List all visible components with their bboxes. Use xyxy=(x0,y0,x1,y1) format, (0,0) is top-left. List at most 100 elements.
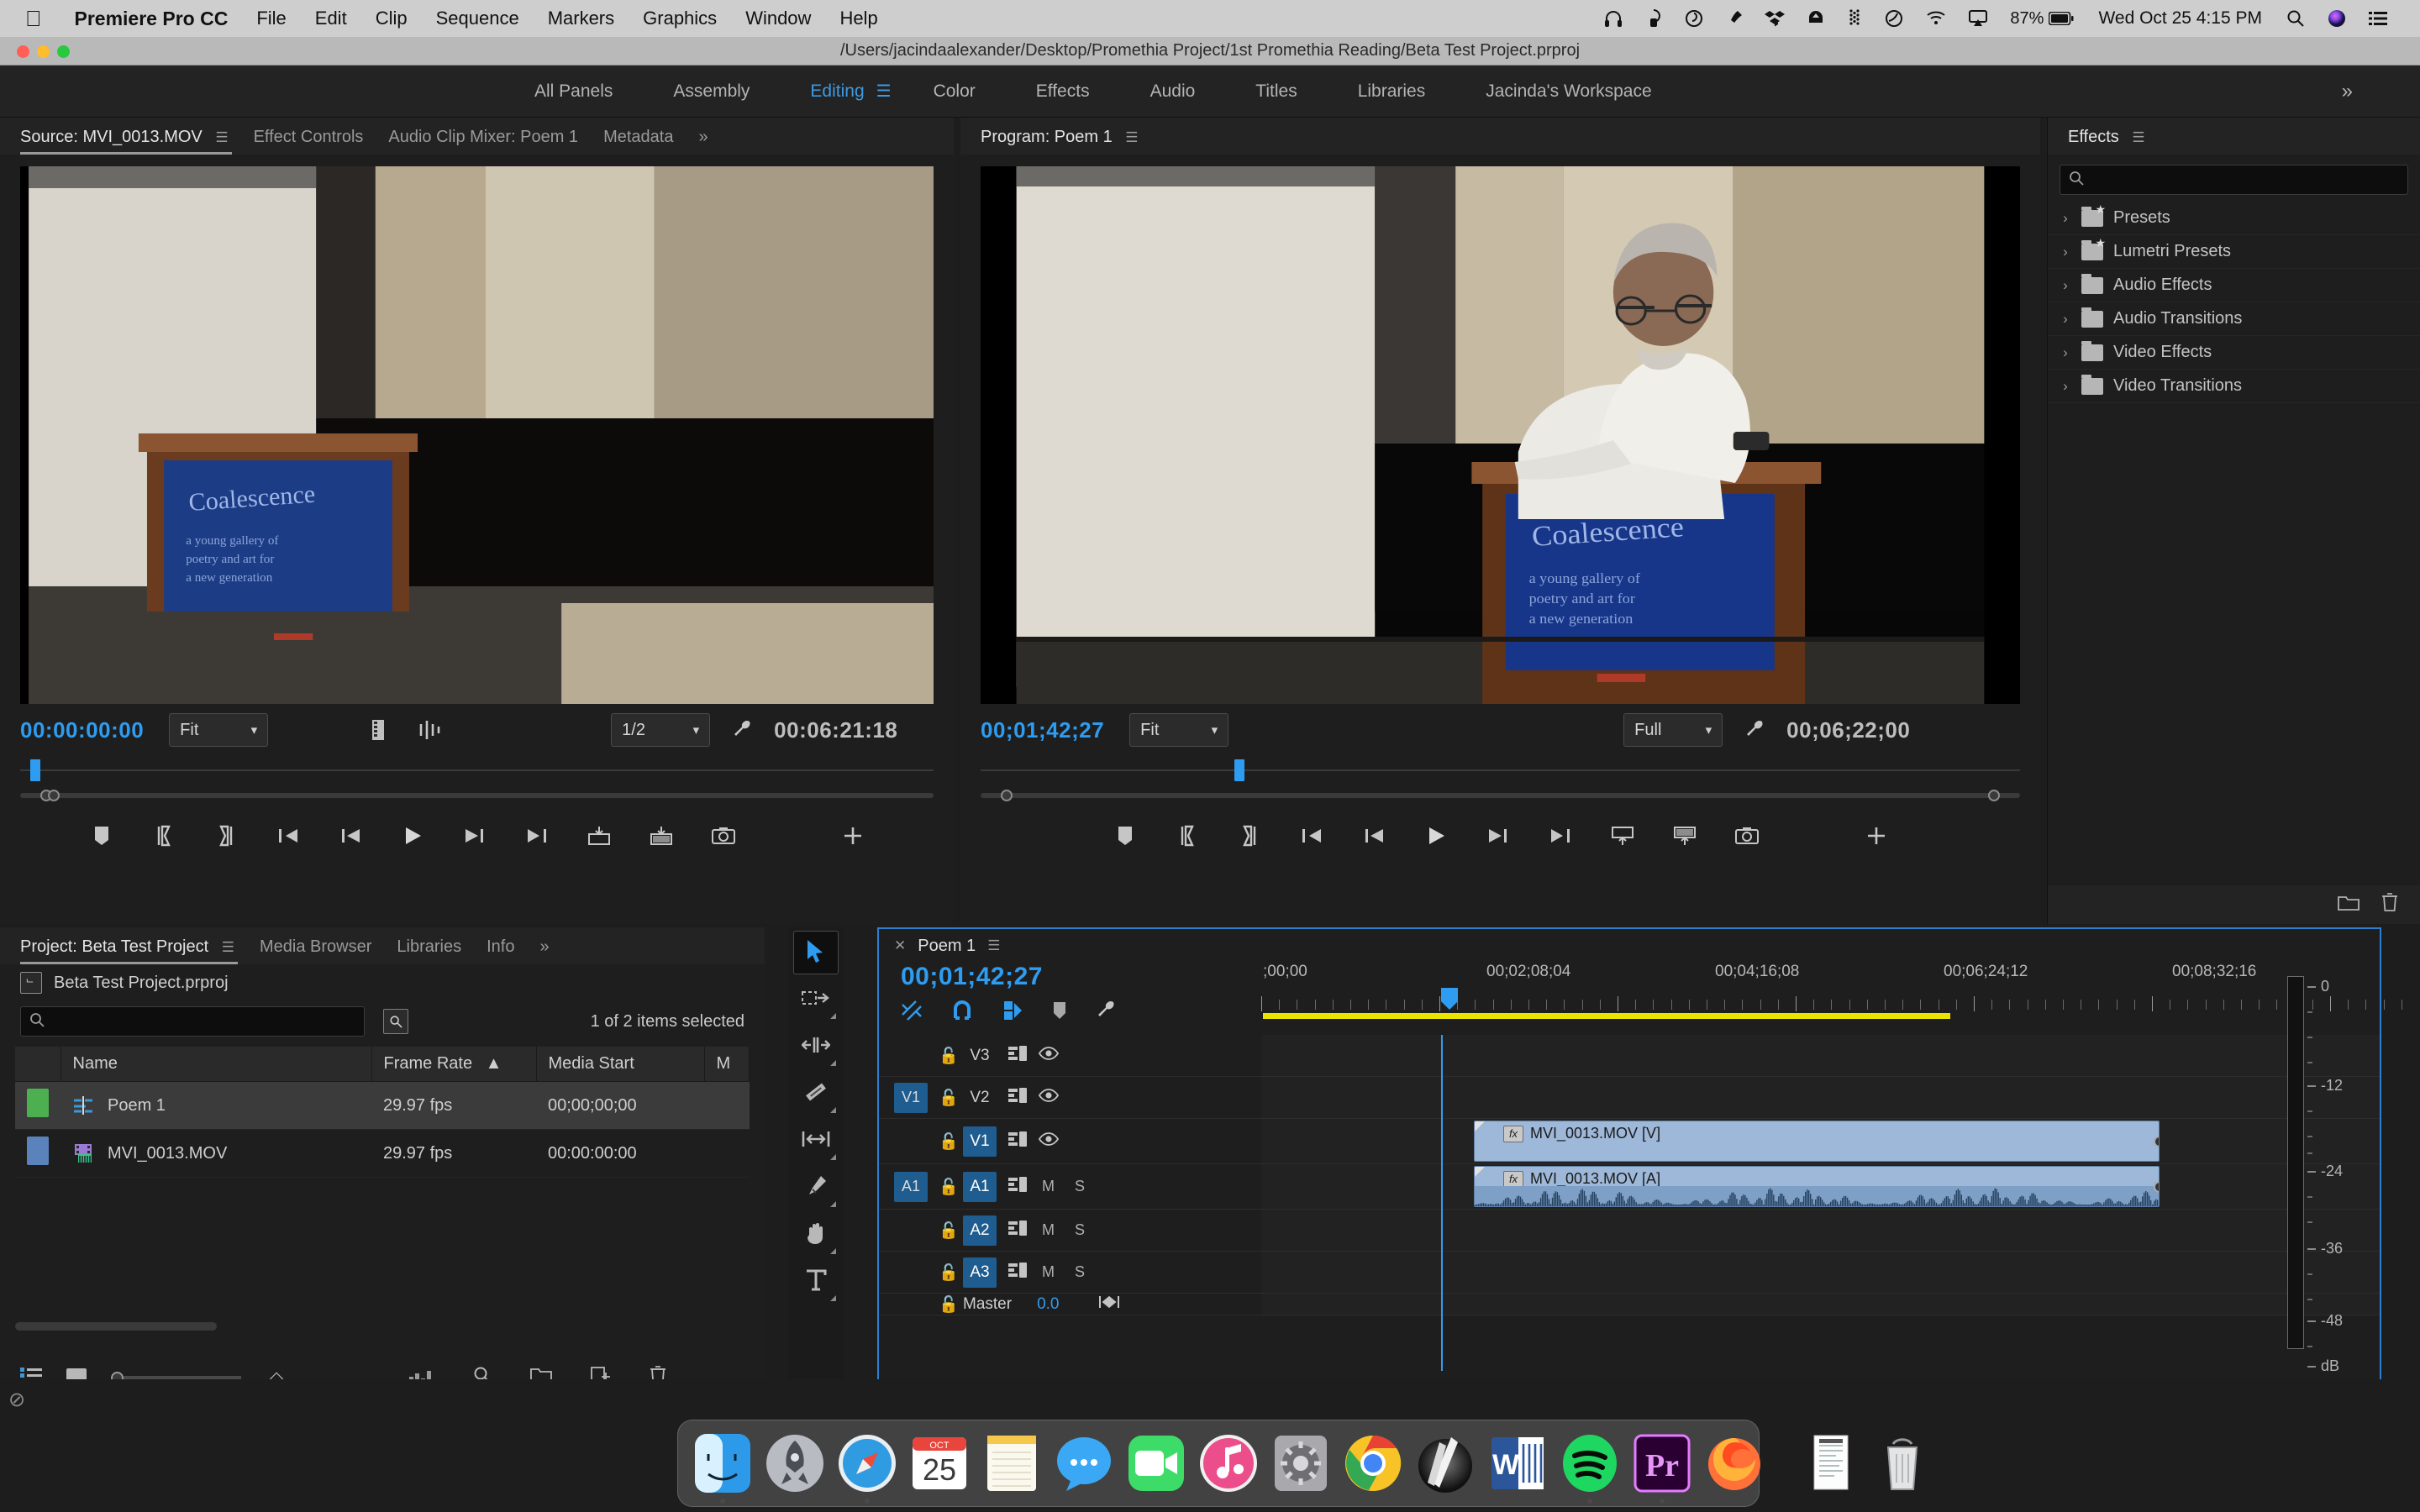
sync-lock-icon[interactable] xyxy=(1008,1131,1027,1152)
solo-track-button[interactable]: S xyxy=(1075,1221,1085,1239)
source-quality-select[interactable]: 1/2 ▾ xyxy=(611,713,711,747)
add-marker-icon[interactable] xyxy=(1110,821,1140,851)
program-monitor-video[interactable]: Coalescence a young gallery of poetry an… xyxy=(981,166,2020,704)
effects-item-audio-effects[interactable]: › Audio Effects xyxy=(2048,269,2420,302)
dropbox-icon[interactable] xyxy=(1754,8,1796,29)
dock-item-itunes[interactable] xyxy=(1196,1431,1261,1496)
selection-tool[interactable] xyxy=(793,931,839,974)
mark-in-icon[interactable] xyxy=(149,821,179,851)
ripple-edit-tool[interactable] xyxy=(793,1025,839,1068)
program-playhead-timecode[interactable]: 00;01;42;27 xyxy=(981,717,1104,743)
panel-menu-icon[interactable]: ☰ xyxy=(215,129,228,145)
menu-item-edit[interactable]: Edit xyxy=(301,0,361,37)
lock-track-icon[interactable]: 🔓 xyxy=(934,1088,963,1108)
program-fit-select[interactable]: Fit ▾ xyxy=(1129,713,1229,747)
column-header-media-start[interactable]: Media Start xyxy=(536,1047,705,1082)
workspace-tab-libraries[interactable]: Libraries xyxy=(1328,81,1456,102)
column-header-name[interactable]: Name xyxy=(60,1047,372,1082)
settings-wrench-icon[interactable] xyxy=(1096,1000,1118,1026)
notification-center-icon[interactable] xyxy=(2358,10,2398,27)
new-custom-bin-icon[interactable] xyxy=(2338,893,2360,916)
project-tabs-overflow-icon[interactable]: » xyxy=(539,937,574,964)
dock-item-word[interactable]: W xyxy=(1485,1431,1550,1496)
panel-menu-icon[interactable]: ☰ xyxy=(987,937,1000,954)
lock-track-icon[interactable]: 🔓 xyxy=(934,1263,963,1283)
toggle-track-output-eye-icon[interactable] xyxy=(1038,1088,1060,1108)
project-search-field[interactable] xyxy=(20,1006,365,1037)
track-name-a2[interactable]: A2 xyxy=(963,1215,997,1246)
menu-item-clip[interactable]: Clip xyxy=(361,0,422,37)
workspace-tab-all-panels[interactable]: All Panels xyxy=(504,81,643,102)
timeline-clip-video[interactable]: fx MVI_0013.MOV [V] xyxy=(1474,1121,2160,1162)
tab-audio-clip-mixer[interactable]: Audio Clip Mixer: Poem 1 xyxy=(388,128,603,155)
sync-lock-icon[interactable] xyxy=(1008,1087,1027,1109)
menu-item-file[interactable]: File xyxy=(242,0,300,37)
source-fit-select[interactable]: Fit ▾ xyxy=(169,713,269,747)
navigate-up-icon[interactable] xyxy=(20,972,42,994)
slip-tool[interactable] xyxy=(793,1119,839,1163)
tab-media-browser[interactable]: Media Browser xyxy=(260,937,397,964)
battery-status[interactable]: 87% xyxy=(1999,0,2085,37)
close-button[interactable] xyxy=(17,45,29,58)
sync-lock-icon[interactable] xyxy=(1008,1045,1027,1067)
project-file-row[interactable]: Beta Test Project.prproj xyxy=(0,964,765,1001)
solo-track-button[interactable]: S xyxy=(1075,1263,1085,1281)
chevron-right-icon[interactable]: › xyxy=(2060,244,2071,260)
step-back-icon[interactable] xyxy=(335,821,366,851)
effects-item-presets[interactable]: › Presets xyxy=(2048,202,2420,235)
airplay-icon[interactable] xyxy=(1957,9,1999,28)
headphones-icon[interactable] xyxy=(1592,8,1634,29)
program-scrub-bar[interactable] xyxy=(981,756,2020,785)
minimize-button[interactable] xyxy=(37,45,50,58)
table-row[interactable]: Poem 1 29.97 fps 00;00;00;00 xyxy=(15,1081,750,1130)
onedrive-icon[interactable] xyxy=(1873,8,1915,29)
effects-item-lumetri-presets[interactable]: › Lumetri Presets xyxy=(2048,235,2420,269)
dock-item-firefox[interactable] xyxy=(1702,1431,1767,1496)
source-settings-wrench-icon[interactable] xyxy=(732,719,754,741)
razor-tool[interactable] xyxy=(793,1072,839,1116)
track-select-forward-tool[interactable] xyxy=(793,978,839,1021)
master-meter-icon[interactable] xyxy=(1098,1294,1120,1314)
step-forward-icon[interactable] xyxy=(460,821,490,851)
menu-item-graphics[interactable]: Graphics xyxy=(629,0,731,37)
lock-track-icon[interactable]: 🔓 xyxy=(934,1221,963,1241)
menu-bar-clock[interactable]: Wed Oct 25 4:15 PM xyxy=(2085,0,2275,37)
tab-effects[interactable]: Effects ☰ xyxy=(2068,128,2170,155)
menu-item-window[interactable]: Window xyxy=(731,0,825,37)
sync-lock-icon[interactable] xyxy=(1008,1262,1027,1284)
dock-item-trash[interactable] xyxy=(1870,1431,1935,1496)
airdrop-icon[interactable] xyxy=(1634,8,1673,29)
column-header-media-end[interactable]: M xyxy=(704,1047,750,1082)
go-to-out-icon[interactable] xyxy=(1545,821,1576,851)
program-settings-wrench-icon[interactable] xyxy=(1744,719,1766,741)
column-header-swatch[interactable] xyxy=(15,1047,61,1082)
tab-program-monitor[interactable]: Program: Poem 1 ☰ xyxy=(981,128,1164,155)
dock-item-finder[interactable] xyxy=(690,1431,755,1504)
add-marker-icon[interactable] xyxy=(87,821,117,851)
effects-item-audio-transitions[interactable]: › Audio Transitions xyxy=(2048,302,2420,336)
dock-item-facetime[interactable] xyxy=(1123,1431,1189,1496)
clip-keyframe-handle[interactable] xyxy=(2154,1135,2159,1147)
button-editor-plus-icon[interactable] xyxy=(838,821,868,851)
chevron-right-icon[interactable]: › xyxy=(2060,311,2071,328)
go-to-in-icon[interactable] xyxy=(1297,821,1327,851)
track-name-a1[interactable]: A1 xyxy=(963,1171,997,1202)
workspace-overflow-icon[interactable]: » xyxy=(2342,66,2353,118)
track-name-v3[interactable]: V3 xyxy=(963,1041,997,1071)
program-zoom-scrollbar[interactable] xyxy=(981,785,2020,806)
mute-track-button[interactable]: M xyxy=(1042,1263,1055,1281)
program-playhead[interactable] xyxy=(1234,759,1244,781)
track-content-v3[interactable] xyxy=(1261,1035,2380,1076)
mark-out-icon[interactable] xyxy=(1234,821,1265,851)
workspace-tab-audio[interactable]: Audio xyxy=(1120,81,1226,102)
sync-lock-icon[interactable] xyxy=(1008,1176,1027,1198)
track-content-a3[interactable] xyxy=(1261,1252,2380,1293)
search-icon[interactable] xyxy=(2275,9,2316,28)
dock-item-premiere-pro[interactable]: Pr xyxy=(1629,1431,1695,1504)
dock-item-notes[interactable] xyxy=(979,1431,1044,1496)
dock-item-final-cut[interactable] xyxy=(1413,1431,1478,1496)
extract-icon[interactable] xyxy=(1670,821,1700,851)
mark-in-icon[interactable] xyxy=(1172,821,1202,851)
source-zoom-scrollbar[interactable] xyxy=(20,785,934,806)
chevron-right-icon[interactable]: › xyxy=(2060,210,2071,227)
